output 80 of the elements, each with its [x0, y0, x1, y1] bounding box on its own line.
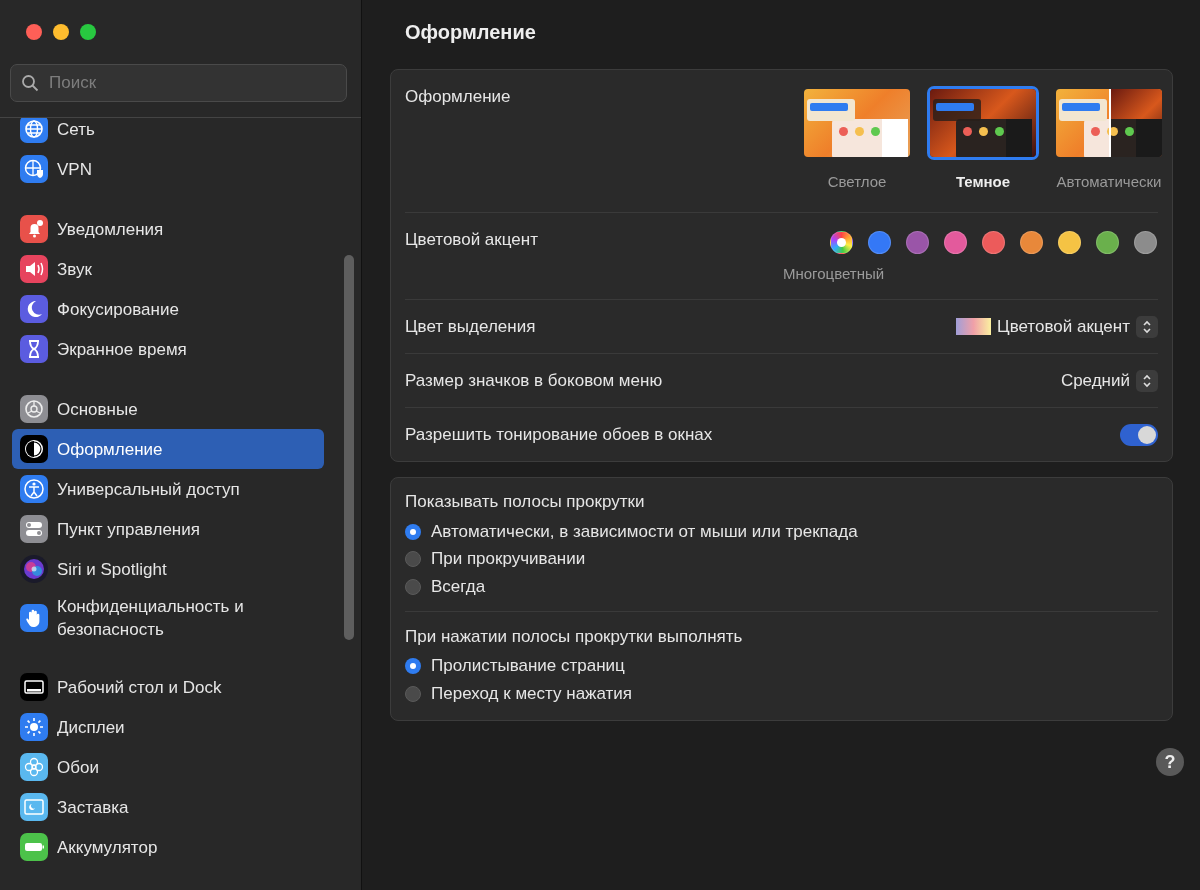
group-title: При нажатии полосы прокрутки выполнять	[405, 626, 744, 647]
bell-icon	[20, 215, 48, 243]
sidebar-item[interactable]: Конфиденциальность и безопасность	[12, 589, 324, 647]
sidebar-item[interactable]: VPN	[12, 149, 324, 189]
gradient-swatch-icon	[956, 318, 992, 335]
icon-size-popup[interactable]: Средний	[1060, 369, 1158, 392]
highlight-popup[interactable]: Цветовой акцент	[956, 315, 1158, 338]
color-swatch[interactable]	[944, 231, 967, 254]
speaker-icon	[20, 255, 48, 283]
setting-label: Оформление	[405, 87, 511, 107]
hourglass-icon	[20, 335, 48, 363]
option-label: Автоматически	[1056, 173, 1162, 190]
sun-icon	[20, 713, 48, 741]
sidebar-item[interactable]: Экранное время	[12, 329, 324, 369]
sidebar-item[interactable]: Оформление	[12, 429, 324, 469]
sidebar-item[interactable]: Уведомления	[12, 209, 324, 249]
color-swatch[interactable]	[868, 231, 891, 254]
sidebar-item[interactable]: Заставка	[12, 787, 324, 827]
sidebar-item[interactable]: Дисплеи	[12, 707, 324, 747]
color-swatch[interactable]	[1134, 231, 1157, 254]
moon-icon	[20, 295, 48, 323]
radio-label: Переход к месту нажатия	[431, 683, 633, 704]
sidebar-item[interactable]: Рабочий стол и Dock	[12, 667, 324, 707]
radio-button[interactable]	[405, 523, 421, 540]
hand-icon	[20, 604, 48, 632]
radio-label: Пролистывание страниц	[431, 656, 625, 677]
sidebar-item[interactable]: Аккумулятор	[12, 827, 324, 867]
radio-button[interactable]	[405, 578, 421, 595]
accent-caption: Многоцветный	[783, 265, 885, 282]
sidebar-item[interactable]: Siri и Spotlight	[12, 549, 324, 589]
globe-icon	[20, 118, 48, 143]
radio-button[interactable]	[405, 551, 421, 568]
sidebar-item[interactable]: Основные	[12, 389, 324, 429]
minimize-button[interactable]	[53, 24, 69, 40]
scrollbar-thumb[interactable]	[344, 255, 354, 640]
setting-label: Разрешить тонирование обоев в окнах	[405, 424, 713, 445]
sidebar-item[interactable]: Звук	[12, 249, 324, 289]
group-title: Показывать полосы прокрутки	[405, 492, 646, 512]
dock-icon	[20, 673, 48, 701]
appearance-thumbnail[interactable]	[801, 86, 913, 160]
radio-button[interactable]	[405, 685, 421, 702]
screen-moon-icon	[20, 793, 48, 821]
color-swatch[interactable]	[1020, 231, 1043, 254]
radio-label: При прокручивании	[431, 549, 586, 570]
sidebar-item[interactable]: Пункт управления	[12, 509, 324, 549]
battery-icon	[20, 833, 48, 861]
flower-icon	[20, 753, 48, 781]
sidebar-item[interactable]: Сеть	[12, 118, 324, 149]
color-swatch[interactable]	[982, 231, 1005, 254]
toggles-icon	[20, 515, 48, 543]
color-swatch[interactable]	[1058, 231, 1081, 254]
radio-button[interactable]	[405, 658, 421, 675]
appearance-thumbnail[interactable]	[927, 86, 1039, 160]
toggle-switch[interactable]	[1120, 423, 1158, 446]
option-label: Светлое	[827, 173, 887, 190]
stepper-icon	[1136, 315, 1158, 338]
orb-icon	[20, 555, 48, 583]
help-button[interactable]: ?	[1156, 748, 1184, 776]
page-title: Оформление	[404, 20, 537, 45]
person-icon	[20, 475, 48, 503]
color-swatch[interactable]	[1096, 231, 1119, 254]
setting-label: Цвет выделения	[405, 316, 536, 337]
rainbow-swatch[interactable]	[830, 231, 853, 254]
close-button[interactable]	[26, 24, 42, 40]
radio-label: Всегда	[431, 576, 486, 597]
globe-shield-icon	[20, 155, 48, 183]
zoom-button[interactable]	[80, 24, 96, 40]
gear-icon	[20, 395, 48, 423]
color-swatch[interactable]	[906, 231, 929, 254]
search-field[interactable]: Поиск	[10, 64, 347, 102]
stepper-icon	[1136, 369, 1158, 392]
radio-label: Автоматически, в зависимости от мыши или трекпада	[431, 521, 858, 542]
option-label: Темное	[955, 173, 1011, 190]
sidebar-item[interactable]: Универсальный доступ	[12, 469, 324, 509]
sidebar-item[interactable]: Фокусирование	[12, 289, 324, 329]
sidebar-item[interactable]: Обои	[12, 747, 324, 787]
search-icon	[21, 74, 39, 92]
appearance-thumbnail[interactable]	[1053, 86, 1165, 160]
setting-label: Цветовой акцент	[405, 230, 538, 250]
setting-label: Размер значков в боковом меню	[405, 370, 663, 391]
